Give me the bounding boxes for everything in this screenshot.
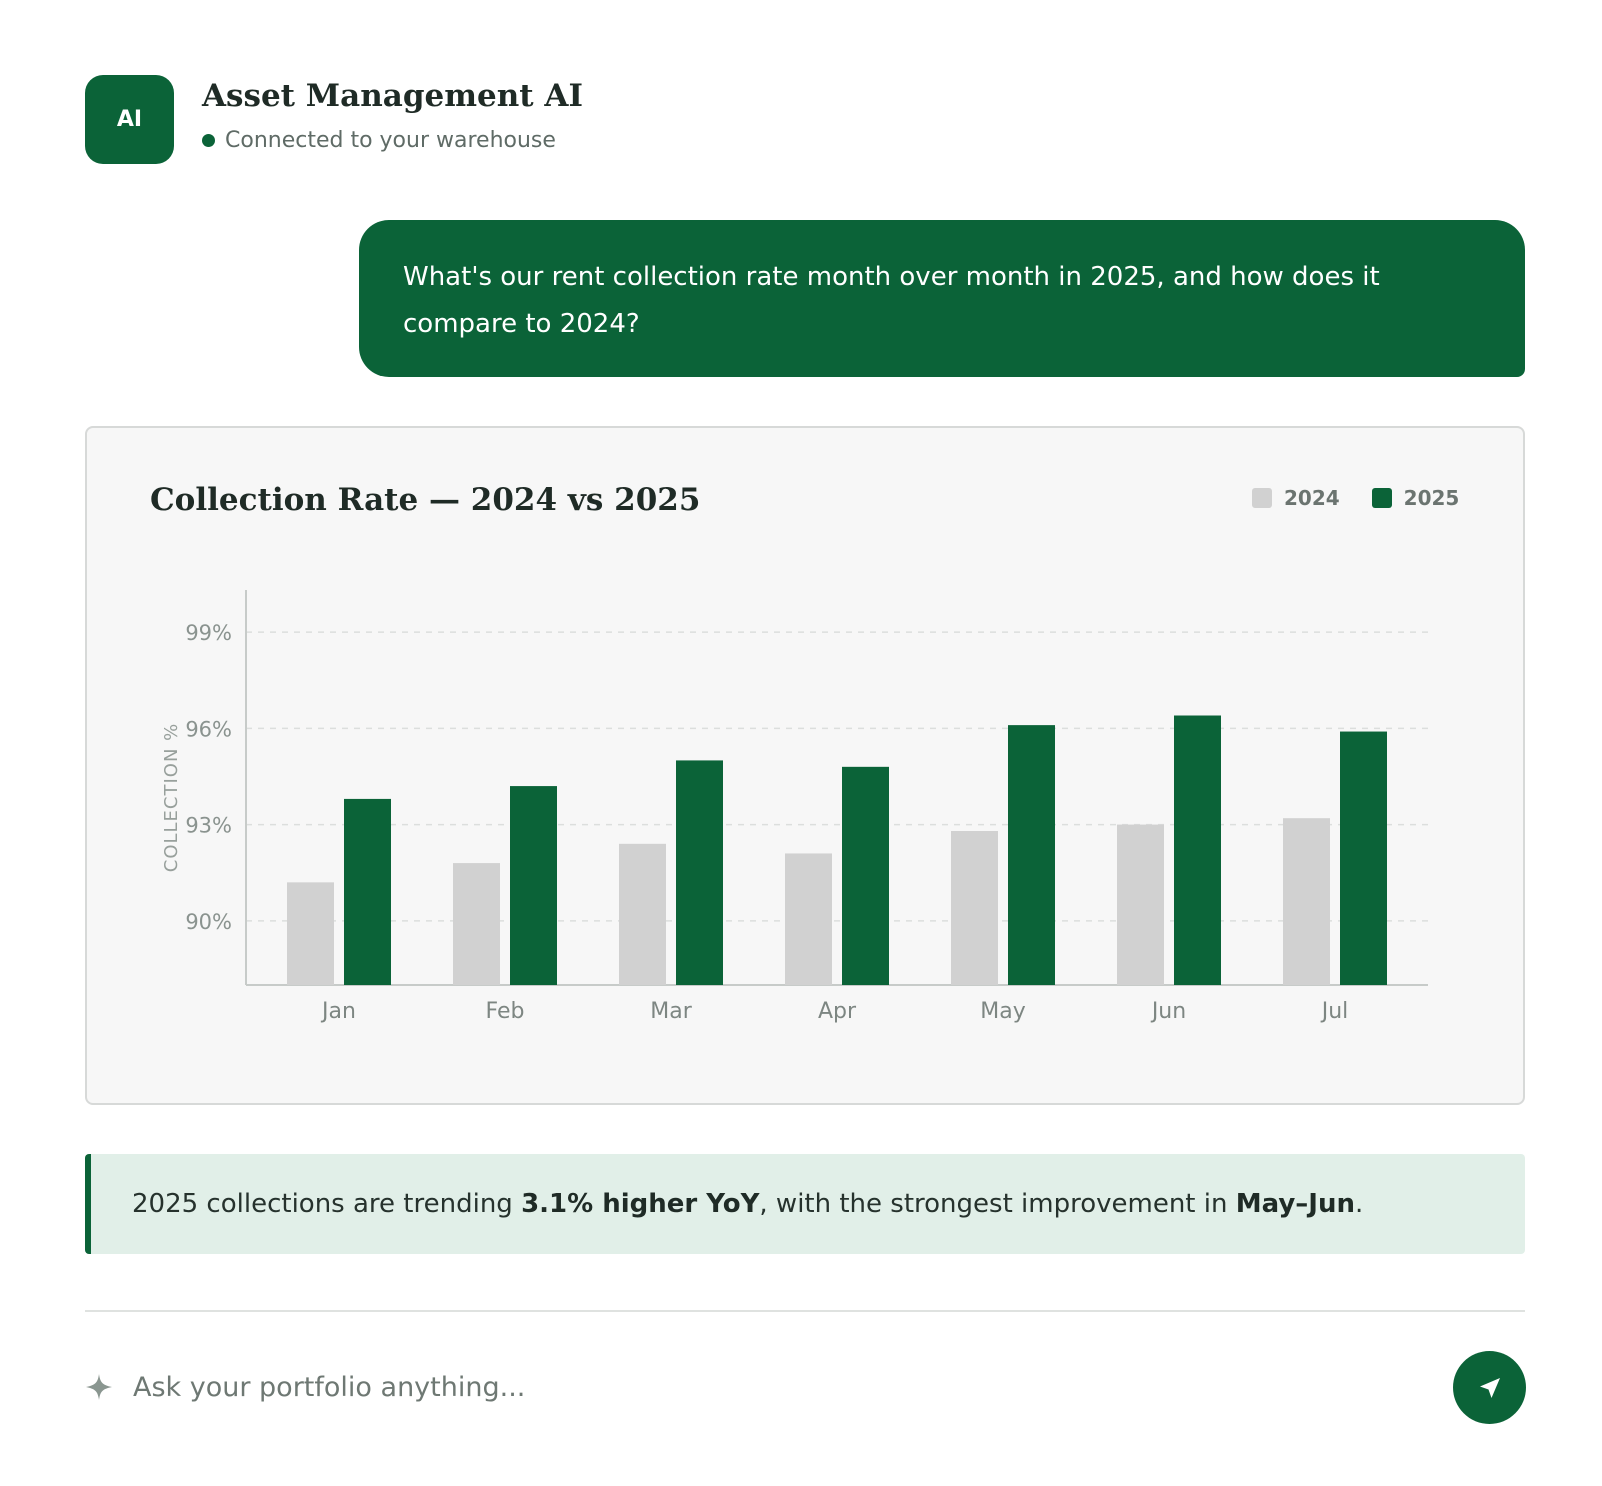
bar-2025-apr — [842, 766, 889, 985]
bar-2024-feb — [453, 863, 500, 985]
sparkle-icon — [86, 1374, 112, 1400]
send-button[interactable] — [1453, 1351, 1526, 1424]
y-tick-label: 99% — [185, 621, 232, 645]
bar-2025-feb — [510, 786, 557, 985]
x-tick-label: Feb — [486, 999, 525, 1024]
x-tick-label: Mar — [650, 999, 692, 1024]
bar-2025-jul — [1340, 731, 1387, 985]
y-tick-label: 96% — [185, 717, 232, 741]
bar-2024-jul — [1283, 818, 1330, 985]
bar-2024-may — [951, 831, 998, 985]
composer-divider — [85, 1310, 1525, 1312]
bar-2025-jan — [344, 798, 391, 985]
y-tick-label: 93% — [185, 814, 232, 838]
x-tick-label: May — [980, 999, 1025, 1024]
x-tick-label: Jul — [1320, 999, 1349, 1024]
bar-2024-jun — [1117, 824, 1164, 985]
insight-highlight-months: May–Jun — [1235, 1189, 1355, 1219]
insight-callout: 2025 collections are trending 3.1% highe… — [85, 1154, 1525, 1254]
insight-highlight-yoy: 3.1% higher YoY — [521, 1189, 760, 1219]
bar-2024-mar — [619, 843, 666, 985]
y-tick-label: 90% — [185, 910, 232, 934]
insight-suffix: . — [1355, 1189, 1364, 1219]
send-icon — [1479, 1377, 1500, 1398]
collection-rate-chart: 90% 93% 96% 99% COLLECTION % Jan Feb Mar Apr May J… — [161, 590, 1428, 1024]
insight-prefix: 2025 collections are trending — [132, 1189, 522, 1219]
bar-2025-mar — [676, 760, 723, 985]
y-axis-label: COLLECTION % — [161, 723, 182, 873]
bar-2024-jan — [287, 882, 334, 985]
bar-2025-jun — [1174, 715, 1221, 985]
x-tick-label: Apr — [818, 999, 857, 1024]
x-tick-label: Jun — [1150, 999, 1186, 1024]
insight-middle: , with the strongest improvement in — [759, 1189, 1236, 1219]
bar-2024-apr — [785, 853, 832, 985]
x-tick-label: Jan — [320, 999, 356, 1024]
bar-2025-may — [1008, 725, 1055, 985]
composer-input[interactable] — [133, 1364, 1333, 1410]
